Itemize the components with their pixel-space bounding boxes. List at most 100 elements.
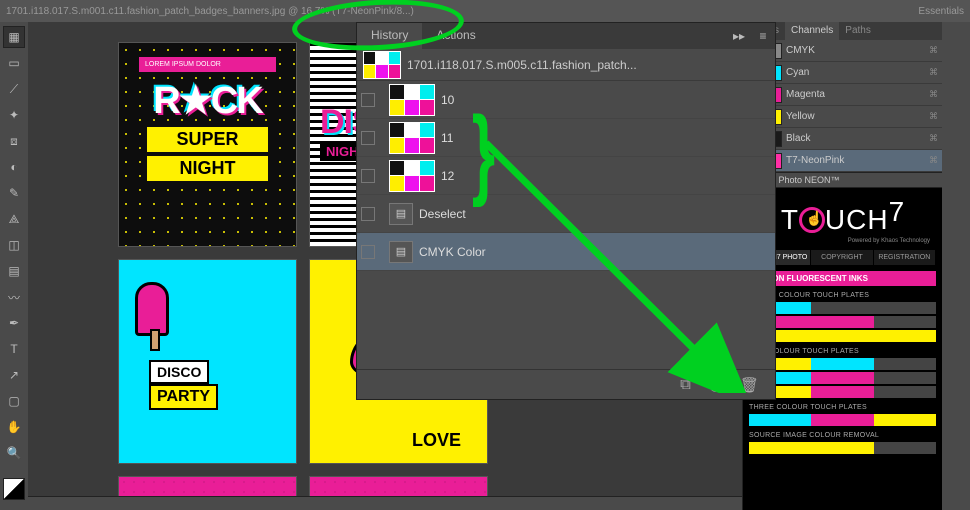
- history-source-toggle[interactable]: [361, 131, 375, 145]
- document-name: 1701.i118.017.S.m005.c11.fashion_patch..…: [407, 58, 769, 72]
- history-footer: ⧉ ◉ 🗑: [357, 369, 775, 399]
- shortcut-hint: ⌘: [929, 111, 939, 122]
- shortcut-hint: ⌘: [929, 133, 939, 144]
- snapshot-label: 12: [441, 169, 454, 183]
- snapshot-thumbnail: [389, 160, 435, 192]
- tab-paths[interactable]: Paths: [839, 22, 877, 40]
- swatch-row[interactable]: [749, 358, 936, 370]
- channel-name: Black: [786, 133, 925, 144]
- swatch-row[interactable]: [749, 330, 936, 342]
- marquee-tool[interactable]: ▭: [3, 52, 25, 74]
- new-document-from-state-icon[interactable]: ⧉: [680, 376, 691, 393]
- popsicle-icon: [135, 282, 169, 336]
- history-step-row[interactable]: ▤ Deselect: [357, 195, 775, 233]
- document-tab[interactable]: 1701.i118.017.S.m001.c11.fashion_patch_b…: [6, 6, 414, 17]
- hand-tool[interactable]: ✋: [3, 416, 25, 438]
- blur-tool[interactable]: 〰: [3, 286, 25, 308]
- snapshot-label: 11: [441, 131, 453, 145]
- poster-sub: PARTY: [149, 384, 218, 410]
- history-snapshot-row[interactable]: 10: [357, 81, 775, 119]
- poster-title: DISCO: [149, 360, 209, 384]
- tab-channels[interactable]: Channels: [785, 22, 839, 40]
- gradient-tool[interactable]: ▤: [3, 260, 25, 282]
- swatch-row[interactable]: [749, 386, 936, 398]
- section-removal: SOURCE IMAGE COLOUR REMOVAL: [749, 432, 936, 439]
- pen-tool[interactable]: ✒: [3, 312, 25, 334]
- history-source-toggle[interactable]: [361, 245, 375, 259]
- touch7-neon-header[interactable]: NEON FLUORESCENT INKS: [749, 271, 936, 286]
- brush-tool[interactable]: ✎: [3, 182, 25, 204]
- snapshot-thumbnail: [389, 122, 435, 154]
- panel-collapse-icon[interactable]: ▸▸: [727, 23, 751, 49]
- collapsed-panels-strip[interactable]: [942, 22, 970, 510]
- eyedropper-tool[interactable]: ◐: [3, 156, 25, 178]
- lasso-tool[interactable]: ⟋: [3, 78, 25, 100]
- swatch-row[interactable]: [749, 302, 936, 314]
- step-icon: ▤: [389, 241, 413, 263]
- shape-tool[interactable]: ▢: [3, 390, 25, 412]
- move-tool[interactable]: ▦: [3, 26, 25, 48]
- zoom-tool[interactable]: 🔍: [3, 442, 25, 464]
- path-tool[interactable]: ↗: [3, 364, 25, 386]
- section-single: SINGLE COLOUR TOUCH PLATES: [749, 292, 936, 299]
- poster-banner: LOREM IPSUM DOLOR: [139, 57, 276, 72]
- snapshot-thumbnail: [389, 84, 435, 116]
- touch7-tab-copyright[interactable]: COPYRIGHT: [811, 250, 873, 265]
- document-thumbnail: [363, 51, 401, 79]
- poster-title: R★CK: [119, 78, 296, 123]
- logo-o-icon: [799, 207, 825, 233]
- tools-panel: ▦ ▭ ⟋ ✦ ⧈ ◐ ✎ ⟁ ◫ ▤ 〰 ✒ T ↗ ▢ ✋ 🔍: [0, 22, 28, 510]
- logo-t: T: [781, 204, 799, 235]
- channel-name: Cyan: [786, 67, 925, 78]
- new-snapshot-icon[interactable]: ◉: [709, 376, 722, 394]
- history-source-toggle[interactable]: [361, 207, 375, 221]
- channel-name: T7-NeonPink: [786, 155, 925, 166]
- step-label: CMYK Color: [419, 245, 486, 259]
- channel-name: CMYK: [786, 45, 925, 56]
- swatch-row[interactable]: [749, 414, 936, 426]
- step-icon: ▤: [389, 203, 413, 225]
- history-source-toggle[interactable]: [361, 169, 375, 183]
- section-three: THREE COLOUR TOUCH PLATES: [749, 404, 936, 411]
- crop-tool[interactable]: ⧈: [3, 130, 25, 152]
- eraser-tool[interactable]: ◫: [3, 234, 25, 256]
- tab-actions[interactable]: Actions: [422, 23, 489, 49]
- swatch-row[interactable]: [749, 442, 936, 454]
- history-source-toggle[interactable]: [361, 93, 375, 107]
- wand-tool[interactable]: ✦: [3, 104, 25, 126]
- channel-name: Yellow: [786, 111, 925, 122]
- poster-sub1: SUPER: [147, 127, 268, 152]
- history-step-row[interactable]: ▤ CMYK Color: [357, 233, 775, 271]
- poster-love-label: LOVE: [412, 430, 461, 451]
- history-snapshot-row[interactable]: 12: [357, 157, 775, 195]
- section-two: TWO COLOUR TOUCH PLATES: [749, 348, 936, 355]
- workspace-switcher[interactable]: Essentials: [918, 6, 964, 17]
- history-document-row[interactable]: 1701.i118.017.S.m005.c11.fashion_patch..…: [357, 49, 775, 81]
- logo-uch: UCH: [825, 204, 889, 235]
- panel-menu-icon[interactable]: ≡: [751, 23, 775, 49]
- history-snapshot-row[interactable]: 11: [357, 119, 775, 157]
- shortcut-hint: ⌘: [929, 89, 939, 100]
- touch7-logo: T UCH7: [749, 196, 936, 236]
- channel-name: Magenta: [786, 89, 925, 100]
- document-tab-bar: 1701.i118.017.S.m001.c11.fashion_patch_b…: [0, 0, 970, 22]
- poster-disco-party: DISCO PARTY: [118, 259, 297, 464]
- history-panel: History Actions ▸▸ ≡ 1701.i118.017.S.m00…: [356, 22, 776, 400]
- poster-sub2: NIGHT: [147, 156, 268, 181]
- type-tool[interactable]: T: [3, 338, 25, 360]
- touch7-tab-registration[interactable]: REGISTRATION: [874, 250, 936, 265]
- snapshot-label: 10: [441, 93, 454, 107]
- horizontal-scrollbar[interactable]: [28, 496, 742, 510]
- swatch-row[interactable]: [749, 372, 936, 384]
- stamp-tool[interactable]: ⟁: [3, 208, 25, 230]
- foreground-background-swatch[interactable]: [3, 478, 25, 500]
- shortcut-hint: ⌘: [929, 45, 939, 56]
- shortcut-hint: ⌘: [929, 67, 939, 78]
- tab-history[interactable]: History: [357, 23, 422, 49]
- poster-rock: LOREM IPSUM DOLOR R★CK SUPER NIGHT: [118, 42, 297, 247]
- touch7-powered: Powered by Khaos Technology: [755, 238, 930, 244]
- step-label: Deselect: [419, 207, 466, 221]
- logo-seven: 7: [889, 196, 905, 227]
- delete-state-icon[interactable]: 🗑: [740, 376, 759, 394]
- swatch-row[interactable]: [749, 316, 936, 328]
